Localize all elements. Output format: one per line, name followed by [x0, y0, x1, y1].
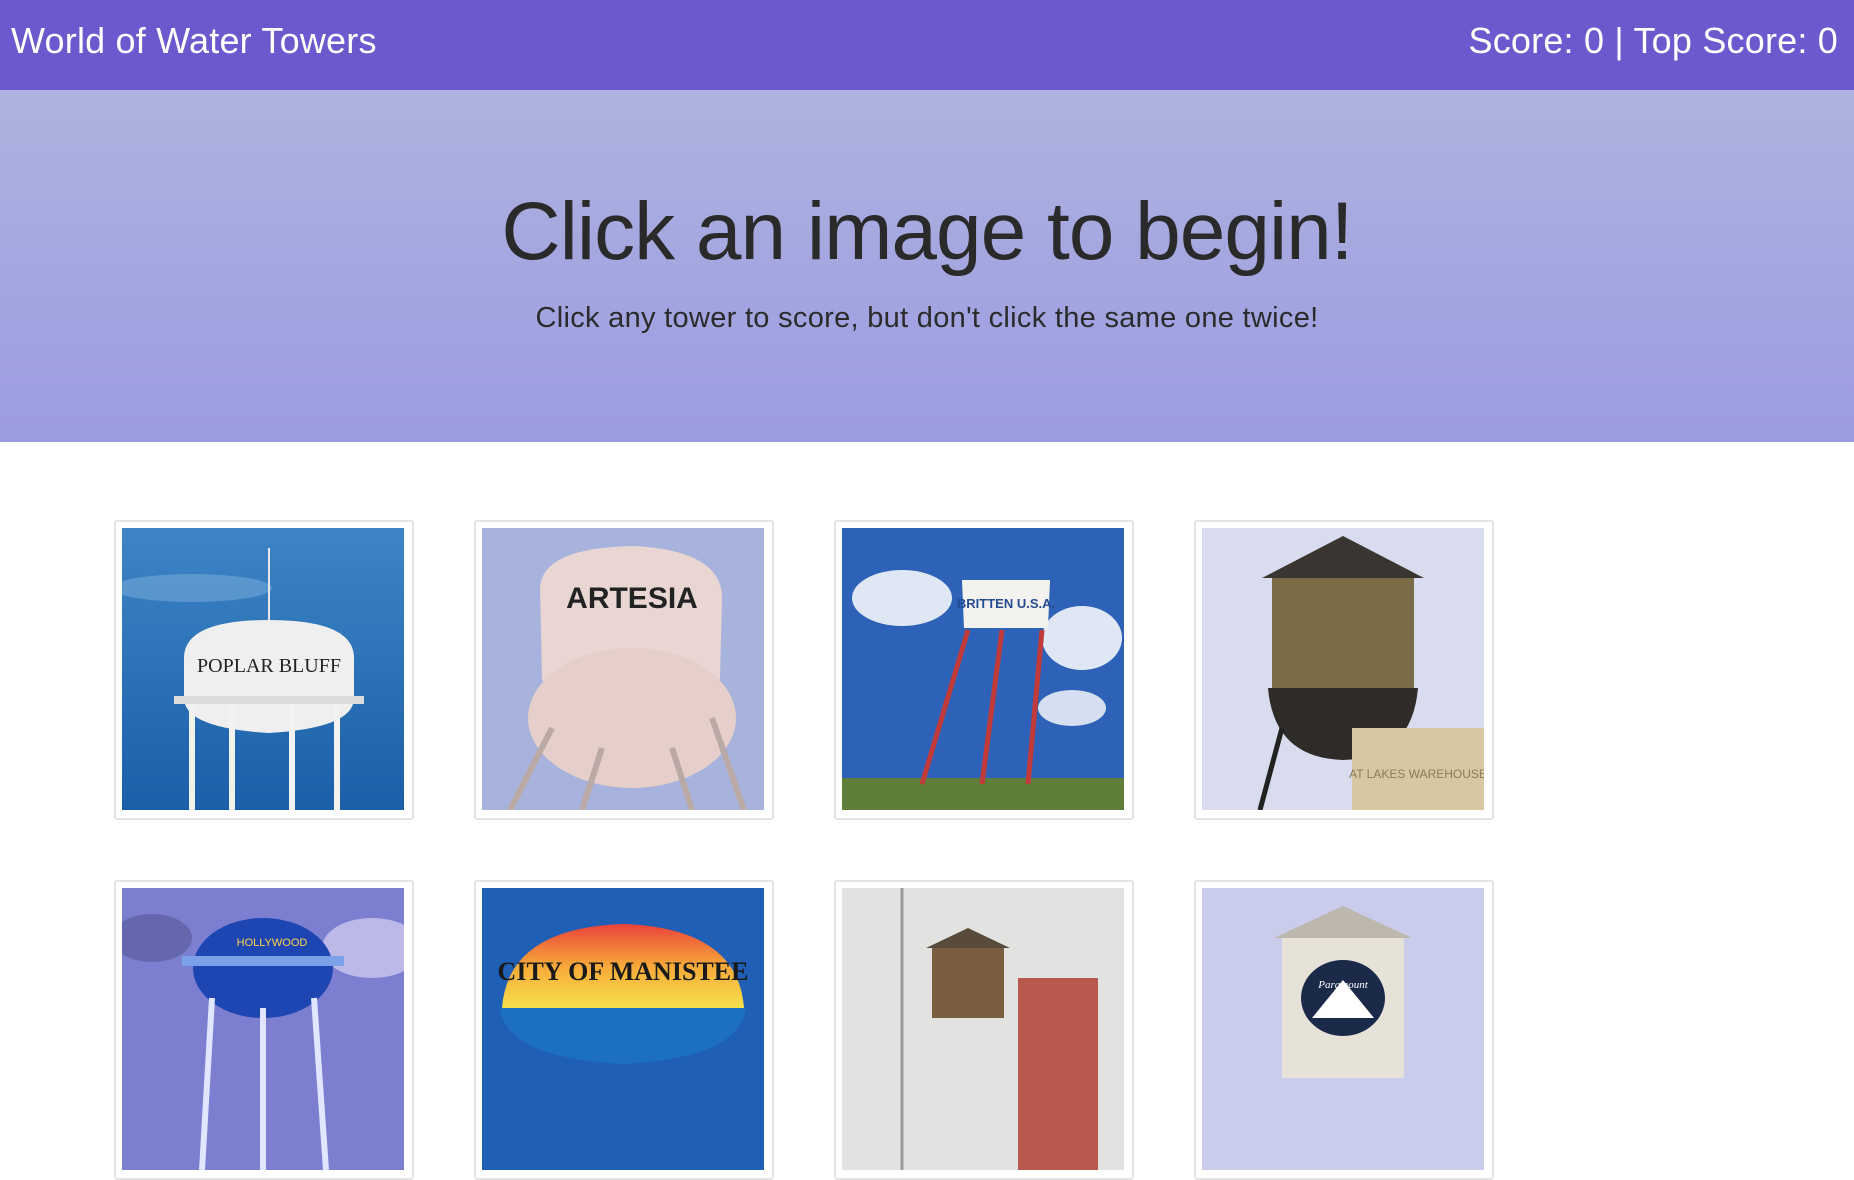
- tower-sign-text: AT LAKES WAREHOUSE: [1349, 767, 1484, 781]
- tower-card-britten[interactable]: BRITTEN U.S.A.: [834, 520, 1134, 820]
- tower-image-warehouse: AT LAKES WAREHOUSE: [1202, 528, 1484, 810]
- tower-image-manistee: CITY OF MANISTEE: [482, 888, 764, 1170]
- tower-card-warehouse[interactable]: AT LAKES WAREHOUSE: [1194, 520, 1494, 820]
- tower-card-poplar-bluff[interactable]: POPLAR BLUFF: [114, 520, 414, 820]
- tower-sign-text: HOLLYWOOD: [237, 937, 308, 949]
- brand-title[interactable]: World of Water Towers: [11, 20, 377, 62]
- score-display: Score: 0 | Top Score: 0: [1468, 20, 1838, 61]
- tower-sign-text: Paramount: [1317, 979, 1368, 991]
- navbar: World of Water Towers Score: 0 | Top Sco…: [0, 0, 1854, 90]
- tower-image-paramount: Paramount: [1202, 888, 1484, 1170]
- tower-sign-text: CITY OF MANISTEE: [498, 957, 749, 986]
- tower-sign-text: ARTESIA: [566, 582, 698, 615]
- tower-image-poplar-bluff: POPLAR BLUFF: [122, 528, 404, 810]
- tower-image-hollywood: HOLLYWOOD: [122, 888, 404, 1170]
- jumbotron: Click an image to begin! Click any tower…: [0, 90, 1854, 442]
- tower-card-artesia[interactable]: ARTESIA: [474, 520, 774, 820]
- tower-card-paramount[interactable]: Paramount: [1194, 880, 1494, 1180]
- tower-sign-text: BRITTEN U.S.A.: [957, 596, 1055, 611]
- tower-image-rooftop: [842, 888, 1124, 1170]
- instruction-title: Click an image to begin!: [501, 186, 1353, 277]
- tower-card-hollywood[interactable]: HOLLYWOOD: [114, 880, 414, 1180]
- tower-sign-text: POPLAR BLUFF: [197, 655, 341, 677]
- instruction-subtitle: Click any tower to score, but don't clic…: [535, 302, 1319, 334]
- tower-card-manistee[interactable]: CITY OF MANISTEE: [474, 880, 774, 1180]
- tower-card-rooftop[interactable]: [834, 880, 1134, 1180]
- tower-image-artesia: ARTESIA: [482, 528, 764, 810]
- tower-image-britten: BRITTEN U.S.A.: [842, 528, 1124, 810]
